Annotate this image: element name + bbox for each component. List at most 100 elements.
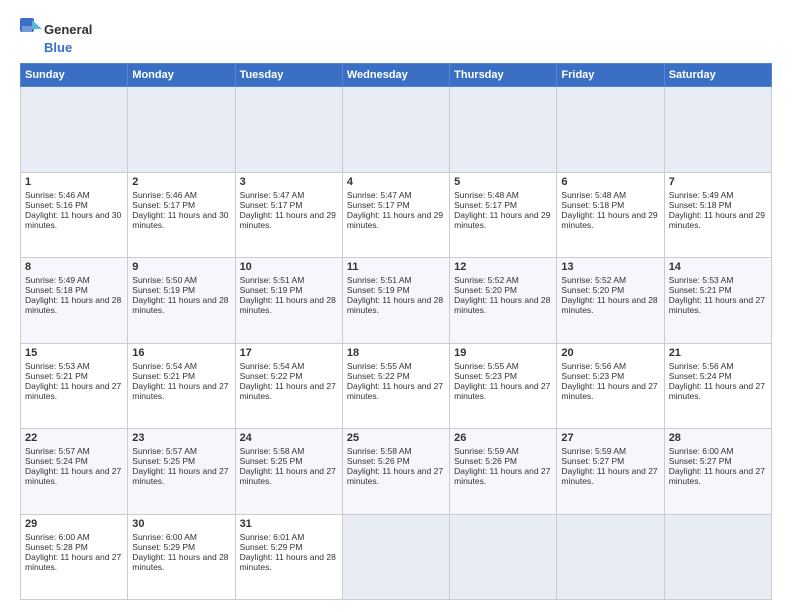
day-number: 22	[25, 432, 123, 444]
calendar-cell: 20Sunrise: 5:56 AMSunset: 5:23 PMDayligh…	[557, 343, 664, 429]
calendar-cell: 1Sunrise: 5:46 AMSunset: 5:16 PMDaylight…	[21, 172, 128, 258]
sunrise-text: Sunrise: 5:58 AM	[240, 446, 305, 456]
calendar-cell: 15Sunrise: 5:53 AMSunset: 5:21 PMDayligh…	[21, 343, 128, 429]
calendar-cell	[342, 514, 449, 600]
sunrise-text: Sunrise: 5:55 AM	[454, 361, 519, 371]
sunrise-text: Sunrise: 5:47 AM	[347, 190, 412, 200]
calendar-cell: 16Sunrise: 5:54 AMSunset: 5:21 PMDayligh…	[128, 343, 235, 429]
sunset-text: Sunset: 5:16 PM	[25, 200, 88, 210]
day-number: 18	[347, 347, 445, 359]
daylight-text: Daylight: 11 hours and 27 minutes.	[240, 466, 336, 486]
sunset-text: Sunset: 5:25 PM	[132, 456, 195, 466]
day-number: 10	[240, 261, 338, 273]
sunset-text: Sunset: 5:19 PM	[347, 285, 410, 295]
sunrise-text: Sunrise: 5:58 AM	[347, 446, 412, 456]
day-number: 19	[454, 347, 552, 359]
daylight-text: Daylight: 11 hours and 28 minutes.	[132, 552, 228, 572]
daylight-text: Daylight: 11 hours and 30 minutes.	[132, 210, 228, 230]
day-number: 26	[454, 432, 552, 444]
calendar-cell	[557, 514, 664, 600]
col-header-friday: Friday	[557, 64, 664, 87]
calendar-cell: 4Sunrise: 5:47 AMSunset: 5:17 PMDaylight…	[342, 172, 449, 258]
sunrise-text: Sunrise: 6:00 AM	[132, 532, 197, 542]
logo-graphic	[20, 18, 42, 40]
daylight-text: Daylight: 11 hours and 28 minutes.	[132, 295, 228, 315]
calendar-cell	[557, 87, 664, 173]
sunrise-text: Sunrise: 5:57 AM	[25, 446, 90, 456]
calendar-cell	[664, 87, 771, 173]
week-row-1	[21, 87, 772, 173]
sunrise-text: Sunrise: 5:59 AM	[561, 446, 626, 456]
logo: General Blue	[20, 18, 92, 55]
day-number: 30	[132, 518, 230, 530]
calendar-cell: 29Sunrise: 6:00 AMSunset: 5:28 PMDayligh…	[21, 514, 128, 600]
daylight-text: Daylight: 11 hours and 27 minutes.	[669, 295, 765, 315]
daylight-text: Daylight: 11 hours and 29 minutes.	[669, 210, 765, 230]
sunrise-text: Sunrise: 5:53 AM	[25, 361, 90, 371]
sunrise-text: Sunrise: 5:57 AM	[132, 446, 197, 456]
sunrise-text: Sunrise: 5:54 AM	[132, 361, 197, 371]
day-number: 21	[669, 347, 767, 359]
calendar-cell: 31Sunrise: 6:01 AMSunset: 5:29 PMDayligh…	[235, 514, 342, 600]
day-number: 23	[132, 432, 230, 444]
page: General Blue SundayMondayTuesdayWednesda…	[0, 0, 792, 612]
daylight-text: Daylight: 11 hours and 28 minutes.	[454, 295, 550, 315]
day-number: 28	[669, 432, 767, 444]
calendar-cell: 17Sunrise: 5:54 AMSunset: 5:22 PMDayligh…	[235, 343, 342, 429]
calendar-cell	[21, 87, 128, 173]
day-number: 3	[240, 176, 338, 188]
daylight-text: Daylight: 11 hours and 27 minutes.	[25, 552, 121, 572]
sunrise-text: Sunrise: 5:48 AM	[561, 190, 626, 200]
calendar-cell	[128, 87, 235, 173]
calendar-cell	[450, 514, 557, 600]
calendar-cell: 3 Sunrise: 5:47 AMSunset: 5:17 PMDaylight…	[235, 172, 342, 258]
daylight-text: Daylight: 11 hours and 29 minutes.	[561, 210, 657, 230]
day-number: 29	[25, 518, 123, 530]
sunset-text: Sunset: 5:22 PM	[347, 371, 410, 381]
sunset-text: Sunset: 5:18 PM	[561, 200, 624, 210]
day-number: 5	[454, 176, 552, 188]
daylight-text: Daylight: 11 hours and 29 minutes.	[240, 210, 336, 230]
sunrise-text: Sunrise: 5:55 AM	[347, 361, 412, 371]
daylight-text: Daylight: 11 hours and 27 minutes.	[25, 381, 121, 401]
sunset-text: Sunset: 5:17 PM	[240, 200, 303, 210]
daylight-text: Daylight: 11 hours and 28 minutes.	[240, 295, 336, 315]
day-number: 12	[454, 261, 552, 273]
calendar-cell: 23Sunrise: 5:57 AMSunset: 5:25 PMDayligh…	[128, 429, 235, 515]
day-number: 24	[240, 432, 338, 444]
day-number: 8	[25, 261, 123, 273]
sunset-text: Sunset: 5:17 PM	[132, 200, 195, 210]
day-number: 2	[132, 176, 230, 188]
calendar-cell	[235, 87, 342, 173]
sunset-text: Sunset: 5:29 PM	[240, 542, 303, 552]
header: General Blue	[20, 18, 772, 55]
calendar-cell: 2 Sunrise: 5:46 AMSunset: 5:17 PMDaylight…	[128, 172, 235, 258]
calendar-cell: 10Sunrise: 5:51 AMSunset: 5:19 PMDayligh…	[235, 258, 342, 344]
sunrise-text: Sunrise: 5:49 AM	[669, 190, 734, 200]
week-row-6: 29Sunrise: 6:00 AMSunset: 5:28 PMDayligh…	[21, 514, 772, 600]
sunrise-text: Sunrise: 5:56 AM	[669, 361, 734, 371]
sunset-text: Sunset: 5:26 PM	[347, 456, 410, 466]
sunrise-text: Sunrise: 5:46 AM	[132, 190, 197, 200]
col-header-tuesday: Tuesday	[235, 64, 342, 87]
daylight-text: Daylight: 11 hours and 27 minutes.	[347, 466, 443, 486]
day-number: 7	[669, 176, 767, 188]
daylight-text: Daylight: 11 hours and 27 minutes.	[561, 381, 657, 401]
col-header-wednesday: Wednesday	[342, 64, 449, 87]
col-header-sunday: Sunday	[21, 64, 128, 87]
daylight-text: Daylight: 11 hours and 27 minutes.	[561, 466, 657, 486]
sunset-text: Sunset: 5:17 PM	[454, 200, 517, 210]
col-header-monday: Monday	[128, 64, 235, 87]
sunrise-text: Sunrise: 5:48 AM	[454, 190, 519, 200]
calendar-cell: 22Sunrise: 5:57 AMSunset: 5:24 PMDayligh…	[21, 429, 128, 515]
sunrise-text: Sunrise: 5:51 AM	[240, 275, 305, 285]
sunrise-text: Sunrise: 5:47 AM	[240, 190, 305, 200]
sunrise-text: Sunrise: 5:52 AM	[454, 275, 519, 285]
sunset-text: Sunset: 5:24 PM	[669, 371, 732, 381]
calendar-cell	[450, 87, 557, 173]
daylight-text: Daylight: 11 hours and 27 minutes.	[454, 466, 550, 486]
calendar-cell: 21Sunrise: 5:56 AMSunset: 5:24 PMDayligh…	[664, 343, 771, 429]
sunset-text: Sunset: 5:18 PM	[25, 285, 88, 295]
sunset-text: Sunset: 5:27 PM	[669, 456, 732, 466]
sunrise-text: Sunrise: 5:53 AM	[669, 275, 734, 285]
